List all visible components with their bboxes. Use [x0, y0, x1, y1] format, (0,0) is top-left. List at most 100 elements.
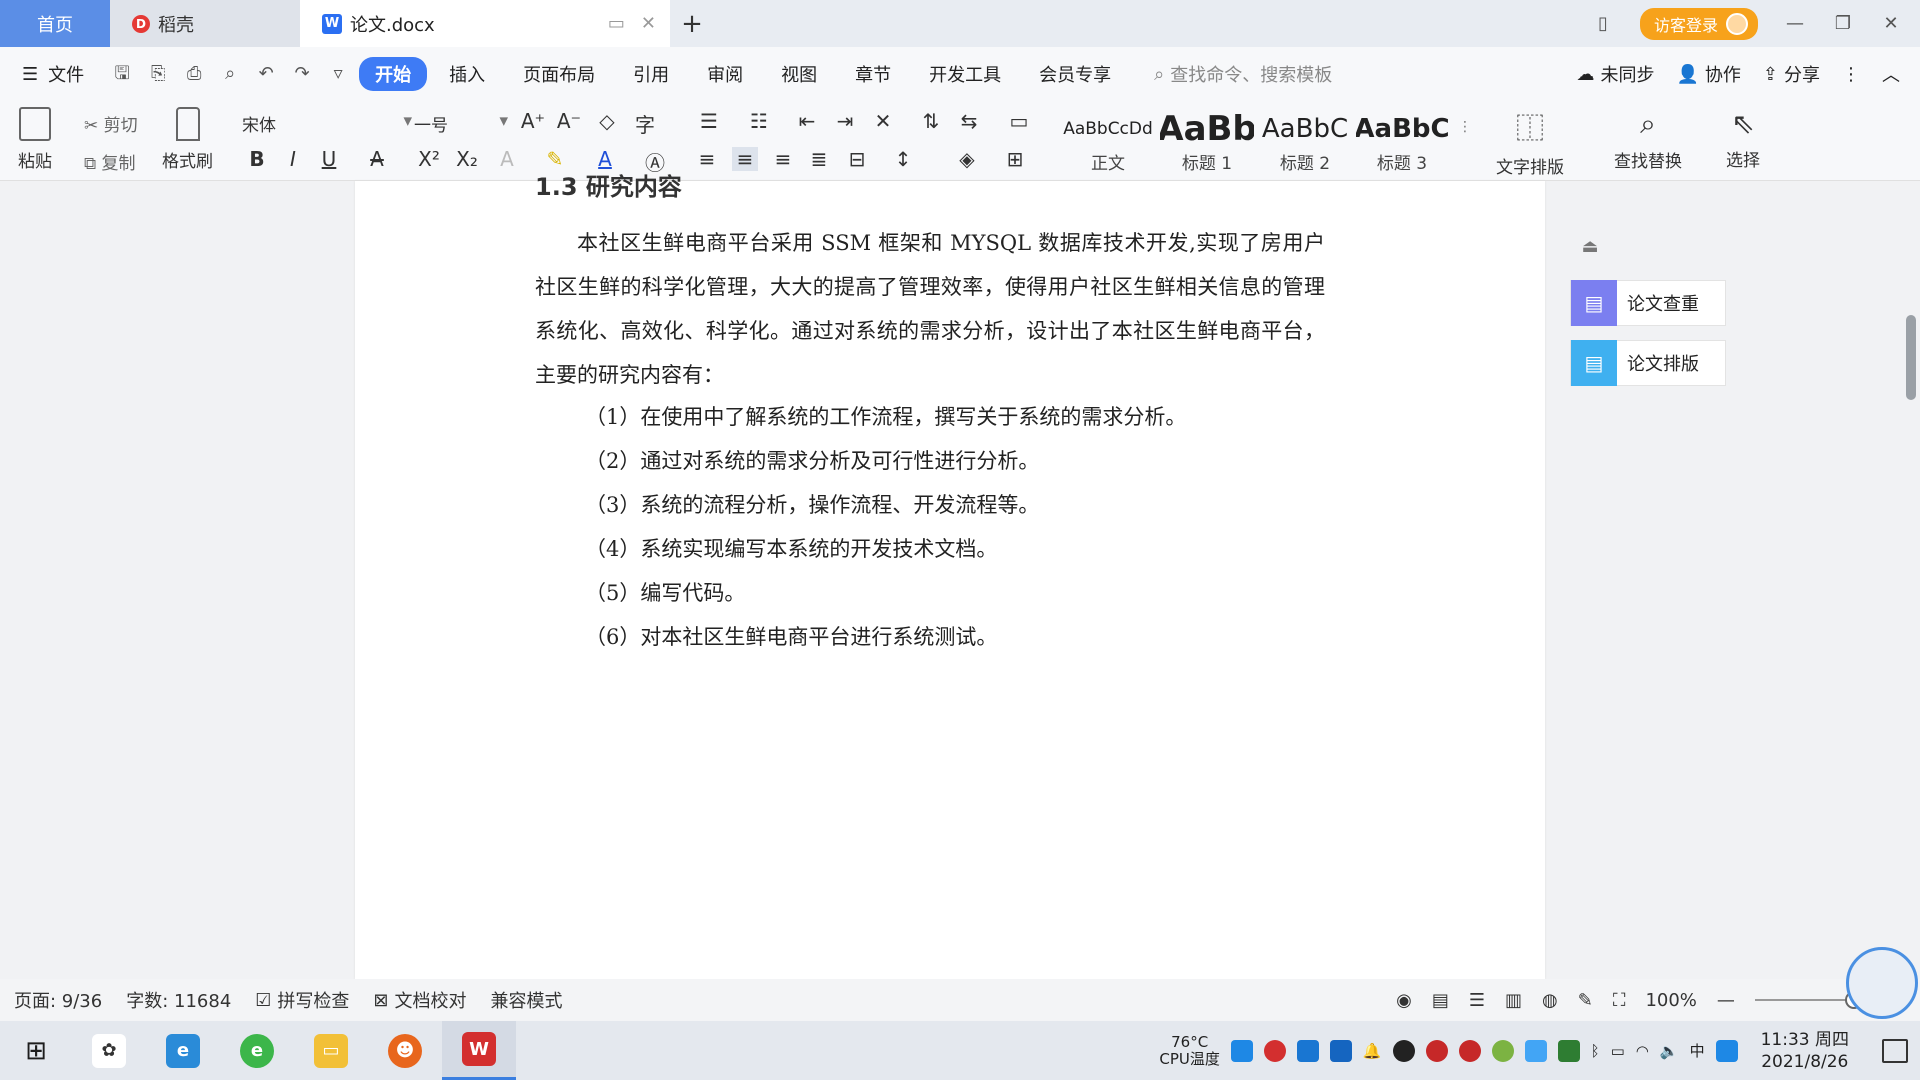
customize-dropdown-icon[interactable]: ▿ — [327, 63, 349, 85]
taskbar-app-pinwheel[interactable]: ✿ — [72, 1021, 146, 1080]
sync-button[interactable]: ☁ 未同步 — [1576, 61, 1654, 87]
phonetic-icon[interactable]: 字 — [632, 109, 658, 138]
paste-button[interactable]: 粘贴 — [18, 107, 52, 172]
vertical-scrollbar[interactable] — [1905, 210, 1917, 990]
show-marks-icon[interactable]: ⇆ — [956, 109, 982, 133]
distribute-icon[interactable]: ⊟ — [844, 147, 870, 171]
taskbar-app-360[interactable]: e — [220, 1021, 294, 1080]
bluetooth-icon[interactable]: ᛒ — [1591, 1042, 1600, 1060]
bold-icon[interactable]: B — [244, 147, 270, 171]
shading-icon[interactable]: ◈ — [954, 147, 980, 171]
web-view-icon[interactable]: ◍ — [1542, 990, 1558, 1011]
tray-app-icon[interactable] — [1296, 1039, 1319, 1062]
tray-app-icon[interactable] — [1715, 1039, 1738, 1062]
spell-check-button[interactable]: ☑ 拼写检查 — [255, 987, 349, 1013]
pen-icon[interactable]: ✎ — [1578, 990, 1593, 1011]
line-spacing-icon[interactable]: ↕ — [890, 147, 916, 171]
taskbar-app-game[interactable]: ☻ — [368, 1021, 442, 1080]
save-icon[interactable]: 🖫 — [111, 63, 133, 85]
tab-close-icon[interactable]: ✕ — [641, 13, 656, 34]
styles-scroll-icon[interactable]: ⋮ — [1452, 119, 1478, 135]
tray-app-icon[interactable] — [1524, 1039, 1547, 1062]
menu-item-references[interactable]: 引用 — [617, 57, 685, 91]
taskbar-app-ie[interactable]: e — [146, 1021, 220, 1080]
window-layout-icon[interactable]: ▯ — [1592, 13, 1614, 34]
copy-button[interactable]: ⧉ 复制 — [84, 149, 136, 174]
volume-icon[interactable]: 🔈 — [1660, 1042, 1679, 1060]
qq-icon[interactable] — [1392, 1039, 1415, 1062]
proofread-button[interactable]: ⊠ 文档校对 — [373, 987, 466, 1013]
text-layout-button[interactable]: ⿰ 文字排版 — [1496, 107, 1564, 178]
italic-icon[interactable]: I — [280, 147, 306, 171]
menu-item-developer[interactable]: 开发工具 — [913, 57, 1017, 91]
new-tab-button[interactable]: + — [670, 0, 714, 47]
style-normal[interactable]: AaBbCcDd 正文 — [1062, 111, 1154, 174]
zoom-out-icon[interactable]: — — [1717, 990, 1735, 1011]
eye-protection-icon[interactable]: ◉ — [1396, 990, 1412, 1011]
read-mode-icon[interactable]: ▥ — [1505, 990, 1522, 1011]
taskbar-app-wps[interactable]: W — [442, 1021, 516, 1080]
superscript-icon[interactable]: X² — [416, 147, 442, 171]
file-menu[interactable]: ☰ 文件 — [22, 61, 84, 87]
menu-item-insert[interactable]: 插入 — [433, 57, 501, 91]
font-name-select[interactable]: 宋体 ▾ — [242, 111, 412, 136]
plagiarism-check-button[interactable]: ▤ 论文查重 — [1570, 280, 1726, 326]
windows-start-icon[interactable]: ⊞ — [0, 1021, 72, 1080]
align-left-icon[interactable]: ≡ — [694, 147, 720, 171]
print-preview-icon[interactable]: ⌕ — [219, 63, 241, 85]
tab-home[interactable]: 首页 — [0, 0, 110, 47]
close-window-icon[interactable]: ✕ — [1880, 13, 1902, 34]
borders-icon[interactable]: ⊞ — [1002, 147, 1028, 171]
ime-indicator[interactable]: 中 — [1690, 1040, 1705, 1061]
menu-item-chapter[interactable]: 章节 — [839, 57, 907, 91]
bell-icon[interactable]: 🔔 — [1363, 1042, 1382, 1060]
minimize-icon[interactable]: — — [1784, 13, 1806, 34]
battery-icon[interactable]: ▭ — [1611, 1042, 1625, 1060]
document-page[interactable]: 1.3 研究内容 本社区生鲜电商平台采用 SSM 框架和 MYSQL 数据库技术… — [355, 173, 1545, 979]
guest-login-button[interactable]: 访客登录 — [1639, 7, 1758, 40]
scrollbar-thumb[interactable] — [1906, 315, 1916, 400]
cut-button[interactable]: ✂ 剪切 — [84, 111, 138, 136]
increase-indent-icon[interactable]: ⇥ — [832, 109, 858, 133]
style-heading-2[interactable]: AaBbC 标题 2 — [1258, 111, 1352, 174]
style-heading-1[interactable]: AaBb 标题 1 — [1160, 111, 1254, 174]
undo-icon[interactable]: ↶ — [255, 63, 277, 85]
fit-page-icon[interactable]: ⛶ — [1613, 990, 1626, 1011]
tab-pin-icon[interactable]: ▭ — [608, 13, 625, 34]
notification-center-icon[interactable] — [1882, 1038, 1908, 1063]
shrink-font-icon[interactable]: A⁻ — [556, 109, 582, 133]
redo-icon[interactable]: ↷ — [291, 63, 313, 85]
collapse-up-icon[interactable]: ⏏ — [1570, 226, 1610, 266]
text-effect-icon[interactable]: A — [494, 147, 520, 171]
assistant-robot-icon[interactable] — [1846, 947, 1918, 1019]
subscript-icon[interactable]: X₂ — [454, 147, 480, 171]
font-size-select[interactable]: 一号 ▾ — [414, 111, 508, 136]
clear-format-icon[interactable]: ◇ — [594, 109, 620, 133]
grow-font-icon[interactable]: A⁺ — [520, 109, 546, 133]
clock[interactable]: 11:33 周四 2021/8/26 — [1761, 1029, 1849, 1073]
command-search[interactable]: ⌕ 查找命令、搜索模板 — [1154, 61, 1332, 87]
collapse-ribbon-icon[interactable]: ︿ — [1882, 61, 1900, 87]
menu-item-view[interactable]: 视图 — [765, 57, 833, 91]
shield-icon[interactable] — [1329, 1039, 1352, 1062]
page-indicator[interactable]: 页面: 9/36 — [14, 987, 102, 1013]
zoom-level[interactable]: 100% — [1645, 990, 1696, 1011]
print-icon[interactable]: ⎙ — [183, 63, 205, 85]
menu-item-member[interactable]: 会员专享 — [1023, 57, 1127, 91]
find-replace-button[interactable]: ⌕ 查找替换 — [1614, 107, 1682, 172]
wifi-icon[interactable]: ◠ — [1636, 1042, 1649, 1060]
menu-item-home[interactable]: 开始 — [359, 57, 428, 91]
table-ruler-icon[interactable]: ▭ — [1006, 109, 1032, 133]
style-heading-3[interactable]: AaBbC 标题 3 — [1356, 111, 1448, 174]
restore-icon[interactable]: ❐ — [1832, 13, 1854, 34]
menu-item-page-layout[interactable]: 页面布局 — [507, 57, 611, 91]
select-button[interactable]: ⇖ 选择 — [1726, 107, 1760, 171]
underline-icon[interactable]: U — [316, 147, 342, 171]
zoom-slider[interactable] — [1754, 991, 1863, 1009]
cpu-temperature[interactable]: 76°C CPU温度 — [1159, 1033, 1220, 1068]
tab-daoke[interactable]: D 稻壳 — [110, 0, 300, 47]
tray-app-icon[interactable] — [1263, 1039, 1286, 1062]
tab-document[interactable]: W 论文.docx ▭ ✕ — [300, 0, 670, 47]
menu-item-review[interactable]: 审阅 — [691, 57, 759, 91]
sort-icon[interactable]: ⇅ — [918, 109, 944, 133]
